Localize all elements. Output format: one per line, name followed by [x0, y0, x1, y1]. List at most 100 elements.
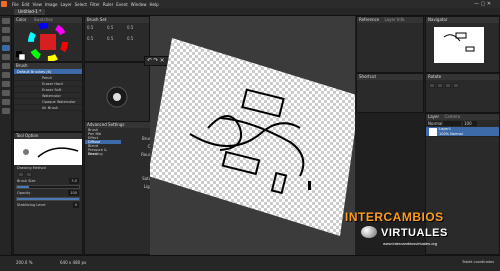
text-tool-icon[interactable]: [2, 72, 10, 78]
brush-size-slider[interactable]: [16, 185, 80, 189]
category-reset[interactable]: Reset: [85, 152, 121, 156]
opacity-slider[interactable]: [16, 197, 80, 201]
layer-info-tab[interactable]: Layer Info: [384, 17, 404, 22]
rotate-buttons: [426, 80, 499, 91]
tool-bar: [0, 16, 12, 255]
select-tool-icon[interactable]: [2, 27, 10, 33]
color-wheel[interactable]: [14, 23, 82, 61]
brush-item-label: Pencil: [42, 76, 53, 80]
rotate-tool-icon[interactable]: [2, 108, 10, 114]
brush-setting-value-3[interactable]: 0.5: [127, 25, 147, 30]
menu-filter[interactable]: Filter: [90, 2, 100, 7]
drawing-canvas[interactable]: [150, 16, 355, 255]
method-button-1[interactable]: [18, 172, 24, 177]
tool-option-panel: Tool Option Drawing Method Brush Size 3.…: [13, 132, 83, 255]
reference-panel: Reference Layer Info: [356, 16, 424, 73]
stabilizing-label: Stabilizing Level: [17, 203, 46, 207]
menu-edit[interactable]: Edit: [22, 2, 30, 7]
brush-settings-panel: Brush Set 0.5 0.5 0.5 0.5 0.5 0.5: [84, 16, 150, 62]
watermark-line-2: VIRTUALES: [381, 227, 448, 239]
canvas-area[interactable]: ↶ ↷ ✕: [144, 16, 355, 255]
brush-settings-grid: 0.5 0.5 0.5 0.5 0.5 0.5: [85, 23, 149, 43]
advanced-category-list: Brush Pen Nib Effect Diffuse Blend Press…: [85, 128, 121, 190]
lasso-tool-icon[interactable]: [2, 36, 10, 42]
navigator-panel: Navigator: [425, 16, 500, 73]
tablet-coordinates: Tablet coordinates: [462, 260, 495, 264]
brush-item-label: Watercolor: [42, 94, 61, 98]
document-tab-bar: [0, 8, 500, 16]
brush-setting-value-5[interactable]: 0.5: [107, 36, 127, 41]
rotate-right-button[interactable]: [437, 83, 443, 88]
brush-tool-icon[interactable]: [2, 45, 10, 51]
rotate-left-button[interactable]: [429, 83, 435, 88]
blend-mode-select[interactable]: Normal: [427, 121, 461, 126]
opacity-label: Opacity: [17, 191, 31, 195]
brush-setting-value-4[interactable]: 0.5: [87, 36, 107, 41]
app-logo: [1, 1, 7, 7]
eyedropper-tool-icon[interactable]: [2, 81, 10, 87]
layer-text: Layer1 100% Normal: [439, 127, 463, 137]
method-buttons: [14, 171, 82, 178]
reset-rotate-button[interactable]: [453, 83, 459, 88]
navigator-preview[interactable]: [426, 23, 499, 72]
window-controls[interactable]: — ▢ ✕: [474, 1, 491, 7]
brush-item-label: Opaque Watercolor: [42, 100, 76, 104]
menu-select[interactable]: Select: [75, 2, 87, 7]
fill-tool-icon[interactable]: [2, 63, 10, 69]
eraser-tool-icon[interactable]: [2, 54, 10, 60]
method-button-2[interactable]: [26, 172, 32, 177]
watermark-line-3: www.intercambiosvirtuales.org: [383, 241, 438, 246]
color-tab[interactable]: Color: [16, 17, 26, 22]
brush-item-air-brush[interactable]: Air Brush: [14, 105, 82, 111]
brush-setting-value-1[interactable]: 0.5: [87, 25, 107, 30]
menu-help[interactable]: Help: [150, 2, 159, 7]
shortcut-panel: Shortcut: [356, 73, 424, 113]
layer-thumbnail: [429, 127, 437, 136]
brush-size-value[interactable]: 3.0: [69, 178, 79, 184]
menu-file[interactable]: File: [12, 2, 19, 7]
layer-opacity-input[interactable]: 100: [463, 121, 477, 126]
shortcut-panel-title: Shortcut: [357, 74, 423, 80]
stabilizing-value[interactable]: 0: [72, 202, 79, 208]
layer-row[interactable]: Layer1 100% Normal: [426, 127, 499, 137]
zoom-value[interactable]: 200.0 %: [16, 260, 33, 265]
reference-panel-title: Reference Layer Info: [357, 17, 423, 23]
brush-setting-value-2[interactable]: 0.5: [107, 25, 127, 30]
document-tab[interactable]: Untitled-1 *: [14, 9, 46, 15]
move-tool-icon[interactable]: [2, 18, 10, 24]
brush-setting-value-6[interactable]: 0.5: [127, 36, 147, 41]
menu-items: File Edit View Image Layer Select Filter…: [9, 2, 159, 7]
stroke-preview: [14, 139, 82, 165]
stabilizing-row: Stabilizing Level 0: [14, 202, 82, 208]
brush-item-label: Eraser Hard: [42, 82, 63, 86]
menu-ruler[interactable]: Ruler: [103, 2, 113, 7]
opacity-value[interactable]: 100: [68, 190, 79, 196]
watermark: INTERCAMBIOS VIRTUALES www.intercambiosv…: [345, 210, 495, 255]
watermark-line-1: INTERCAMBIOS: [345, 210, 444, 224]
opacity-row: Opacity 100: [14, 190, 82, 196]
layer-info: 100% Normal: [439, 131, 463, 136]
swatches-tab[interactable]: Swatches: [34, 17, 53, 22]
watermark-mouse-icon: [361, 226, 377, 238]
camera-tab[interactable]: Camera: [444, 114, 460, 119]
rotate-panel: Rotate: [425, 73, 500, 113]
canvas-size: 640 x 480 px: [60, 260, 87, 265]
layer-tab[interactable]: Layer: [428, 114, 439, 119]
hand-tool-icon[interactable]: [2, 90, 10, 96]
brush-size-row: Brush Size 3.0: [14, 178, 82, 184]
brush-item-label: Eraser Soft: [42, 88, 62, 92]
reference-tab[interactable]: Reference: [359, 17, 379, 22]
flip-button[interactable]: [445, 83, 451, 88]
status-bar: 200.0 % 640 x 480 px Tablet coordinates: [0, 255, 500, 271]
menu-view[interactable]: View: [32, 2, 42, 7]
menu-bar: File Edit View Image Layer Select Filter…: [0, 0, 500, 8]
brush-panel: Brush Default Brushes (6) Pencil Eraser …: [13, 62, 83, 132]
menu-layer[interactable]: Layer: [60, 2, 71, 7]
menu-window[interactable]: Window: [131, 2, 147, 7]
brush-item-label: Air Brush: [42, 106, 59, 110]
menu-image[interactable]: Image: [45, 2, 58, 7]
zoom-tool-icon[interactable]: [2, 99, 10, 105]
color-panel: Color Swatches: [13, 16, 83, 62]
brush-size-label: Brush Size: [17, 179, 36, 183]
menu-event[interactable]: Event: [116, 2, 127, 7]
